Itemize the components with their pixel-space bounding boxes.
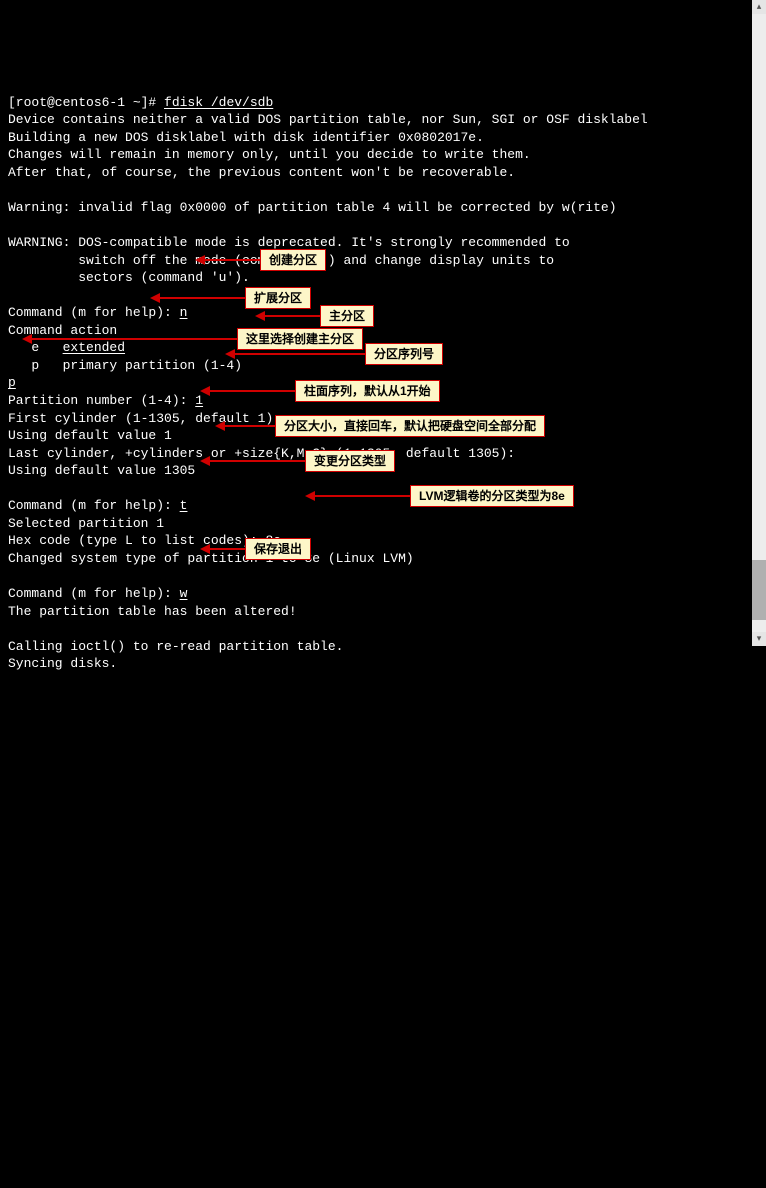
option-extended: extended: [63, 340, 125, 355]
output-line: Last cylinder, +cylinders or +size{K,M,G…: [8, 446, 515, 461]
output-line: Selected partition 1: [8, 516, 164, 531]
output-line: After that, of course, the previous cont…: [8, 165, 515, 180]
output-line: Using default value 1: [8, 428, 172, 443]
fdisk-prompt: Command (m for help):: [8, 586, 180, 601]
output-line: Calling ioctl() to re-read partition tab…: [8, 639, 343, 654]
fdisk-prompt: Command (m for help):: [8, 305, 180, 320]
fdisk-input-n[interactable]: n: [180, 305, 188, 320]
output-line: First cylinder (1-1305, default 1):: [8, 411, 281, 426]
output-line: Changes will remain in memory only, unti…: [8, 147, 531, 162]
scroll-up-button[interactable]: ▴: [752, 0, 766, 14]
command-input[interactable]: fdisk /dev/sdb: [164, 95, 273, 110]
hex-code-input[interactable]: 8e: [265, 533, 281, 548]
output-line: e: [8, 340, 63, 355]
fdisk-input-t[interactable]: t: [180, 498, 188, 513]
output-line: Hex code (type L to list codes):: [8, 533, 265, 548]
output-line: Partition number (1-4):: [8, 393, 195, 408]
fdisk-prompt: Command (m for help):: [8, 498, 180, 513]
output-line: WARNING: DOS-compatible mode is deprecat…: [8, 235, 570, 250]
output-line: Command action: [8, 323, 117, 338]
partition-number-input[interactable]: 1: [195, 393, 203, 408]
output-line: sectors (command 'u').: [8, 270, 250, 285]
fdisk-input-w[interactable]: w: [180, 586, 188, 601]
terminal-output: [root@centos6-1 ~]# fdisk /dev/sdb Devic…: [0, 70, 766, 679]
output-line: Changed system type of partition 1 to 8e…: [8, 551, 414, 566]
fdisk-input-p[interactable]: p: [8, 375, 16, 390]
output-line: p primary partition (1-4): [8, 358, 242, 373]
output-line: Device contains neither a valid DOS part…: [8, 112, 648, 127]
output-line: Warning: invalid flag 0x0000 of partitio…: [8, 200, 617, 215]
scroll-thumb[interactable]: [752, 560, 766, 620]
output-line: Syncing disks.: [8, 656, 117, 671]
output-line: switch off the mode (command 'c') and ch…: [8, 253, 554, 268]
vertical-scrollbar[interactable]: ▴ ▾: [752, 0, 766, 646]
output-line: Using default value 1305: [8, 463, 195, 478]
output-line: The partition table has been altered!: [8, 604, 297, 619]
scroll-down-button[interactable]: ▾: [752, 632, 766, 646]
output-line: Building a new DOS disklabel with disk i…: [8, 130, 484, 145]
shell-prompt: [root@centos6-1 ~]#: [8, 95, 164, 110]
